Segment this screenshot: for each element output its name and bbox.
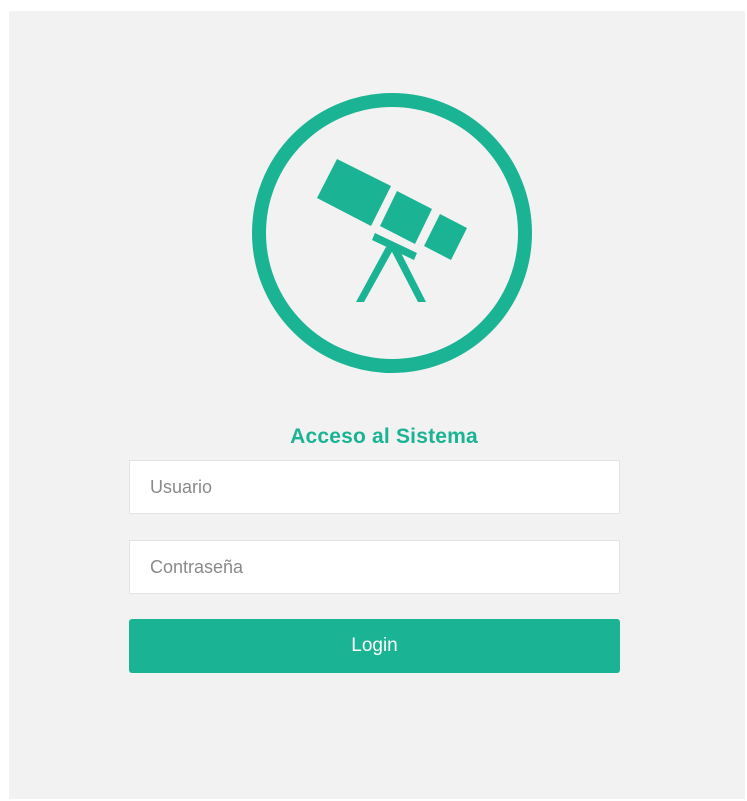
username-input[interactable] bbox=[129, 460, 620, 514]
telescope-icon bbox=[251, 92, 533, 374]
password-input[interactable] bbox=[129, 540, 620, 594]
login-button[interactable]: Login bbox=[129, 619, 620, 673]
login-title: Acceso al Sistema bbox=[290, 425, 478, 448]
login-panel: Acceso al Sistema bbox=[9, 11, 745, 799]
